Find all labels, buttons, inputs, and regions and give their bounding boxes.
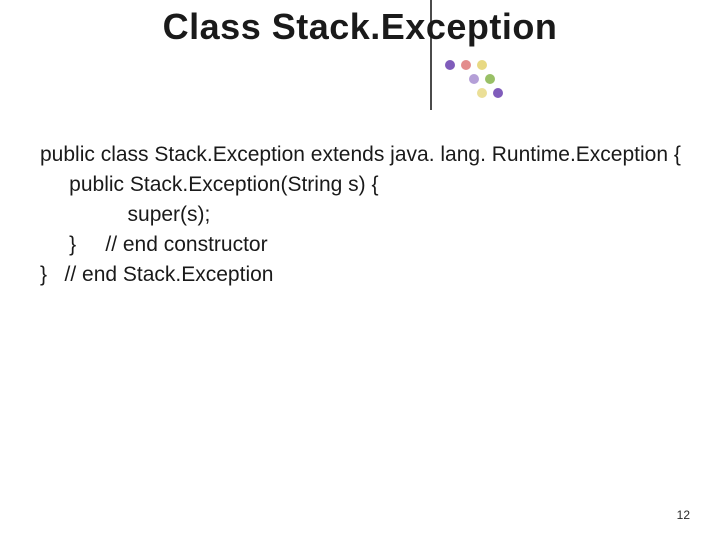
title-container: Class Stack.Exception	[0, 6, 720, 48]
page-number: 12	[677, 508, 690, 522]
code-line: public Stack.Exception(String s) {	[40, 173, 378, 196]
dot-icon	[477, 60, 487, 70]
dot-icon	[469, 74, 479, 84]
dot-icon	[493, 88, 503, 98]
code-line: super(s);	[40, 203, 210, 226]
code-line: } // end Stack.Exception	[40, 263, 273, 286]
dot-icon	[477, 88, 487, 98]
code-line: public class Stack.Exception extends jav…	[40, 143, 681, 166]
code-line: } // end constructor	[40, 233, 268, 256]
slide: Class Stack.Exception public class Stack…	[0, 0, 720, 540]
dot-icon	[461, 60, 471, 70]
slide-title: Class Stack.Exception	[163, 6, 558, 48]
dot-icon	[485, 74, 495, 84]
code-block: public class Stack.Exception extends jav…	[40, 140, 681, 290]
dot-icon	[445, 60, 455, 70]
